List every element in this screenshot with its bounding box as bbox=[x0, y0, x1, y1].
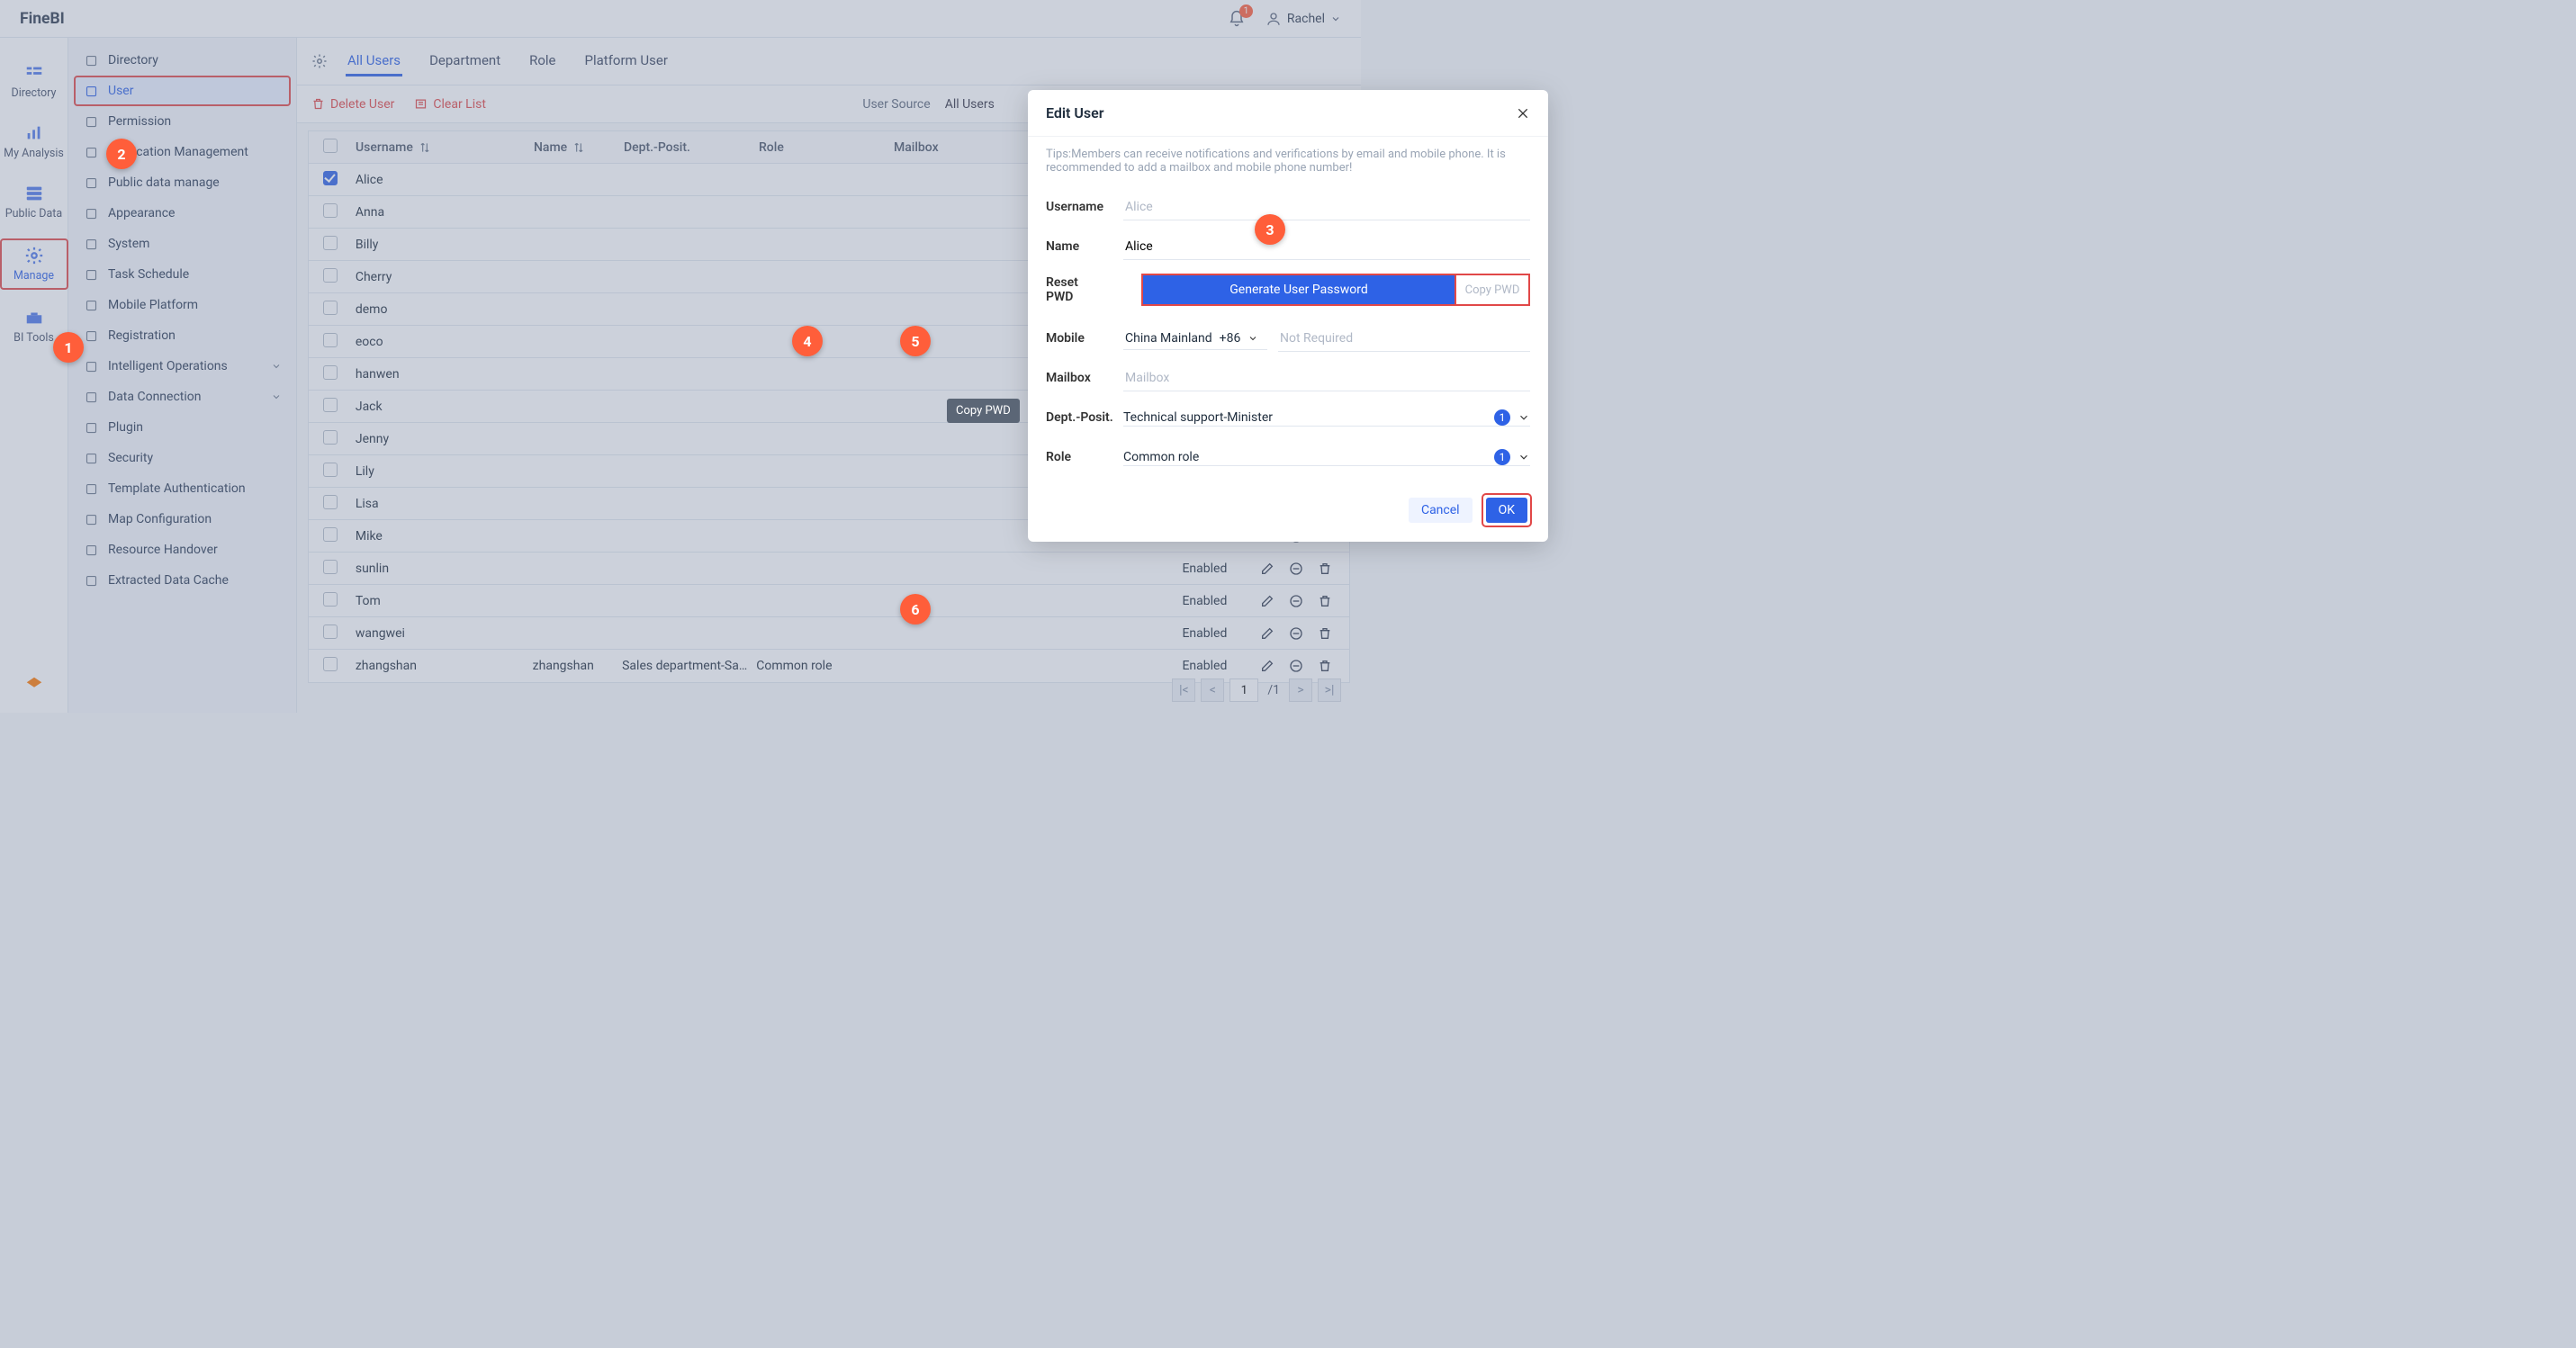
callout-6: 6 bbox=[900, 594, 931, 625]
callout-2: 2 bbox=[106, 139, 137, 169]
chevron-down-icon bbox=[1247, 333, 1258, 344]
modal-tips: Tips:Members can receive notifications a… bbox=[1046, 148, 1530, 175]
dept-value: Technical support-Minister bbox=[1123, 410, 1487, 425]
modal-overlay: Edit User Tips:Members can receive notif… bbox=[0, 0, 2576, 1348]
chevron-down-icon[interactable] bbox=[1518, 451, 1530, 463]
mobile-region-select[interactable]: China Mainland +86 bbox=[1123, 328, 1267, 350]
edit-user-modal: Edit User Tips:Members can receive notif… bbox=[1028, 90, 1548, 542]
label-dept: Dept.-Posit. bbox=[1046, 410, 1123, 425]
chevron-down-icon[interactable] bbox=[1518, 411, 1530, 424]
tooltip: Copy PWD bbox=[947, 399, 1020, 423]
dept-count-badge: 1 bbox=[1494, 409, 1510, 426]
ok-button[interactable]: OK bbox=[1486, 498, 1527, 523]
label-name: Name bbox=[1046, 239, 1123, 254]
label-reset-pwd: Reset PWD bbox=[1046, 275, 1105, 304]
callout-3: 3 bbox=[1255, 214, 1285, 245]
role-count-badge: 1 bbox=[1494, 449, 1510, 465]
input-mailbox[interactable] bbox=[1123, 365, 1530, 391]
label-username: Username bbox=[1046, 200, 1123, 214]
modal-title: Edit User bbox=[1046, 104, 1104, 121]
input-mobile[interactable] bbox=[1278, 326, 1530, 352]
label-mailbox: Mailbox bbox=[1046, 371, 1123, 385]
cancel-button[interactable]: Cancel bbox=[1409, 498, 1473, 523]
copy-password-button[interactable]: Copy PWD bbox=[1456, 275, 1528, 304]
label-mobile: Mobile bbox=[1046, 331, 1123, 346]
input-username bbox=[1123, 194, 1530, 220]
callout-1: 1 bbox=[53, 332, 84, 363]
generate-password-button[interactable]: Generate User Password bbox=[1143, 275, 1455, 304]
role-value: Common role bbox=[1123, 450, 1487, 464]
callout-4: 4 bbox=[792, 326, 823, 356]
input-name[interactable] bbox=[1123, 234, 1530, 260]
label-role: Role bbox=[1046, 450, 1123, 464]
callout-5: 5 bbox=[900, 326, 931, 356]
close-icon[interactable] bbox=[1516, 106, 1530, 121]
